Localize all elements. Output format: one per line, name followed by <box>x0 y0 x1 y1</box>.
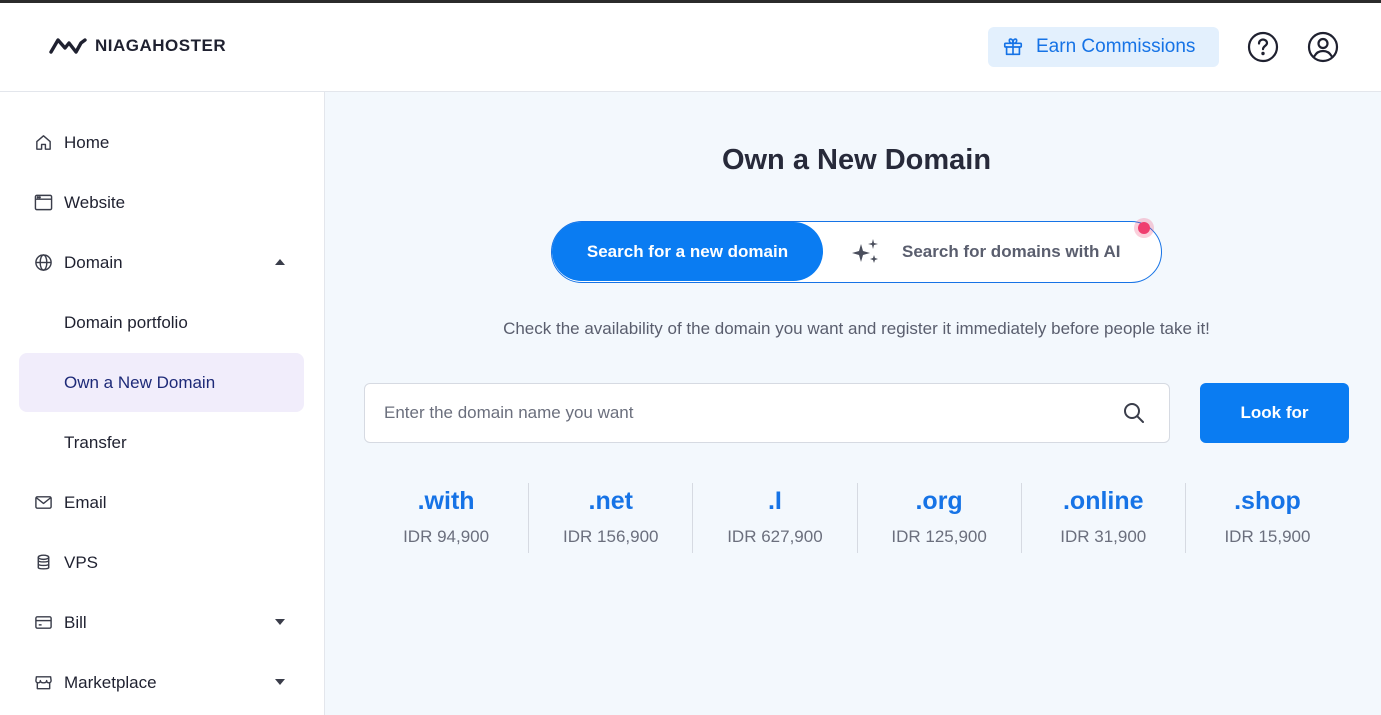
help-icon[interactable] <box>1247 31 1279 63</box>
tld-item[interactable]: .with IDR 94,900 <box>364 483 528 553</box>
search-new-domain-tab[interactable]: Search for a new domain <box>552 222 823 281</box>
sidebar-item-domain-portfolio[interactable]: Domain portfolio <box>19 293 304 352</box>
tld-price: IDR 31,900 <box>1060 527 1147 546</box>
sidebar-item-label: Domain <box>64 252 123 272</box>
tld-name: .net <box>588 487 633 515</box>
earn-commissions-label: Earn Commissions <box>1036 36 1196 57</box>
database-icon <box>37 554 50 570</box>
tld-price: IDR 156,900 <box>563 527 659 546</box>
tld-name: .shop <box>1234 487 1301 515</box>
globe-icon <box>35 254 52 271</box>
sidebar-item-own-new-domain[interactable]: Own a New Domain <box>19 353 304 412</box>
chevron-up-icon <box>275 259 285 265</box>
chevron-down-icon <box>275 619 285 625</box>
sidebar-item-domain[interactable]: Domain <box>19 233 304 292</box>
sidebar-item-label: VPS <box>64 552 99 572</box>
tld-name: .org <box>915 487 963 515</box>
browser-window-icon <box>34 194 53 211</box>
notification-dot-icon <box>1138 222 1150 234</box>
tld-item[interactable]: .online IDR 31,900 <box>1020 483 1185 553</box>
tld-item[interactable]: .shop IDR 15,900 <box>1184 483 1349 553</box>
tld-item[interactable]: .org IDR 125,900 <box>856 483 1021 553</box>
page-subtitle: Check the availability of the domain you… <box>503 319 1210 338</box>
sidebar-item-label: Email <box>64 492 107 512</box>
main-content: Own a New Domain Search for a new domain… <box>325 92 1381 715</box>
sidebar-item-vps[interactable]: VPS <box>19 533 304 592</box>
domain-search-input[interactable] <box>384 384 1104 442</box>
tld-item[interactable]: .I IDR 627,900 <box>692 483 856 553</box>
tld-price-list: .with IDR 94,900 .net IDR 156,900 .I IDR… <box>364 483 1349 553</box>
home-icon <box>36 135 51 150</box>
gift-icon <box>1003 38 1023 56</box>
sidebar-item-label: Domain portfolio <box>64 312 188 332</box>
tld-price: IDR 627,900 <box>727 527 823 546</box>
domain-search-box <box>364 383 1170 443</box>
brand-name: NIAGAHOSTER <box>95 36 227 55</box>
tld-price: IDR 94,900 <box>403 527 490 546</box>
sidebar-item-label: Own a New Domain <box>64 372 216 392</box>
sidebar-item-label: Transfer <box>64 432 127 452</box>
sidebar-item-website[interactable]: Website <box>19 173 304 232</box>
sidebar-item-bill[interactable]: Bill <box>19 593 304 652</box>
sidebar-item-email[interactable]: Email <box>19 473 304 532</box>
mail-icon <box>35 496 52 509</box>
sidebar-item-transfer[interactable]: Transfer <box>19 413 304 472</box>
store-icon <box>35 676 52 690</box>
tld-item[interactable]: .net IDR 156,900 <box>528 483 692 553</box>
sidebar-item-home[interactable]: Home <box>19 113 304 172</box>
search-icon[interactable] <box>1122 401 1146 425</box>
sidebar: Home Website Domain Domain portfolio Own… <box>0 92 325 715</box>
sidebar-item-label: Marketplace <box>64 672 157 692</box>
user-account-icon[interactable] <box>1307 31 1339 63</box>
sparkle-icon <box>852 238 878 263</box>
search-mode-toggle: Search for a new domain Search for domai… <box>551 221 1162 283</box>
top-header: NIAGAHOSTER Earn Commissions <box>0 3 1381 92</box>
sidebar-item-label: Bill <box>64 612 87 632</box>
tld-name: .I <box>767 487 782 515</box>
chevron-down-icon <box>275 679 285 685</box>
search-domains-ai-tab[interactable]: Search for domains with AI <box>850 222 1121 281</box>
tld-price: IDR 15,900 <box>1224 527 1311 546</box>
tld-price: IDR 125,900 <box>891 527 987 546</box>
look-for-button[interactable]: Look for <box>1200 383 1349 443</box>
search-new-domain-tab-label: Search for a new domain <box>586 241 789 261</box>
credit-card-icon <box>35 616 52 629</box>
earn-commissions-button[interactable]: Earn Commissions <box>988 27 1219 67</box>
search-domains-ai-tab-label: Search for domains with AI <box>902 241 1121 261</box>
tld-name: .with <box>417 487 475 515</box>
tld-name: .online <box>1062 487 1144 515</box>
sidebar-item-label: Website <box>64 192 126 212</box>
brand-logo[interactable]: NIAGAHOSTER <box>49 36 226 56</box>
page-title: Own a New Domain <box>721 144 992 176</box>
niagahoster-logo-icon <box>49 38 87 54</box>
sidebar-item-marketplace[interactable]: Marketplace <box>19 653 304 712</box>
sidebar-item-label: Home <box>64 132 110 152</box>
